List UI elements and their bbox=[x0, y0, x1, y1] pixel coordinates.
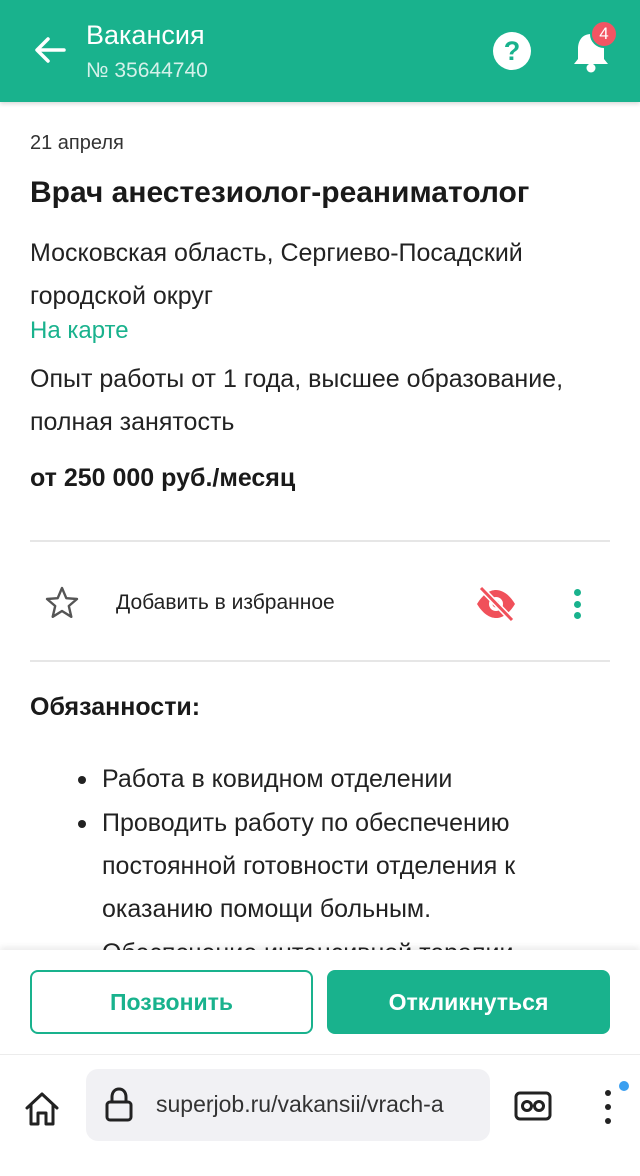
vacancy-number: № 35644740 bbox=[86, 59, 208, 82]
back-button[interactable] bbox=[28, 30, 72, 70]
duties-list: Работа в ковидном отделении Проводить ра… bbox=[76, 758, 596, 976]
notification-badge: 4 bbox=[590, 20, 618, 48]
update-indicator bbox=[619, 1081, 629, 1091]
page-title: Вакансия bbox=[86, 20, 205, 50]
divider bbox=[30, 540, 610, 542]
more-vertical-icon[interactable] bbox=[566, 586, 588, 622]
eye-off-icon[interactable] bbox=[474, 584, 518, 624]
add-to-favorites-button[interactable]: Добавить в избранное bbox=[116, 591, 335, 615]
arrow-left-icon bbox=[35, 37, 66, 63]
vacancy-location: Московская область, Сергиево-Посадский г… bbox=[30, 239, 523, 310]
map-link[interactable]: На карте bbox=[30, 317, 129, 345]
apply-button[interactable]: Откликнуться bbox=[327, 970, 610, 1034]
duties-heading: Обязанности: bbox=[30, 693, 201, 721]
action-bar: Позвонить Откликнуться bbox=[0, 950, 640, 1054]
vacancy-salary: от 250 000 руб./месяц bbox=[30, 464, 296, 492]
app-header: Вакансия № 35644740 ? 4 bbox=[0, 0, 640, 102]
browser-menu-button[interactable] bbox=[598, 1087, 618, 1127]
vacancy-requirements: Опыт работы от 1 года, высшее образовани… bbox=[30, 365, 564, 436]
reader-mode-icon[interactable] bbox=[514, 1091, 552, 1121]
call-button[interactable]: Позвонить bbox=[30, 970, 313, 1034]
list-item: Проводить работу по обеспечению постоянн… bbox=[76, 802, 596, 931]
browser-toolbar: superjob.ru/vakansii/vrach-a bbox=[0, 1054, 640, 1176]
lock-icon bbox=[105, 1087, 133, 1122]
star-outline-icon[interactable] bbox=[44, 585, 80, 621]
url-text: superjob.ru/vakansii/vrach-a bbox=[156, 1091, 444, 1117]
home-icon[interactable] bbox=[22, 1089, 62, 1129]
list-item: Работа в ковидном отделении bbox=[76, 758, 596, 801]
address-bar[interactable]: superjob.ru/vakansii/vrach-a bbox=[86, 1069, 490, 1141]
help-button[interactable]: ? bbox=[493, 32, 531, 70]
vacancy-title: Врач анестезиолог-реаниматолог bbox=[30, 176, 530, 209]
question-icon: ? bbox=[503, 35, 521, 66]
divider bbox=[30, 660, 610, 662]
vacancy-date: 21 апреля bbox=[30, 132, 124, 154]
